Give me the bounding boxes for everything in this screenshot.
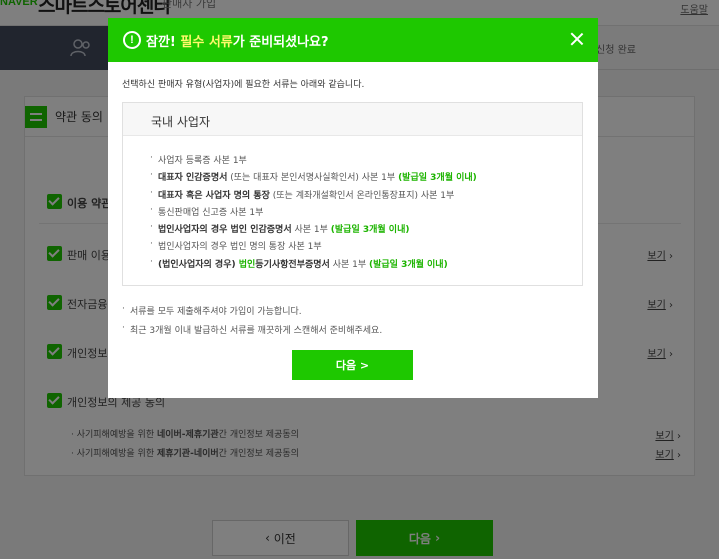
document-item: (법인사업자의 경우) 법인등기사항전부증명서 사본 1부 (발급일 3개월 이… <box>150 257 477 274</box>
modal-intro: 선택하신 판매자 유형(사업자)에 필요한 서류는 아래와 같습니다. <box>122 80 365 90</box>
note-item: 최근 3개월 이내 발급하신 서류를 깨끗하게 스캔해서 준비해주세요. <box>122 323 382 342</box>
document-item: 법인사업자의 경우 법인 명의 통장 사본 1부 <box>150 239 477 256</box>
document-item: 대표자 혹은 사업자 명의 통장 (또는 계좌개설확인서 온라인통장표지) 사본… <box>150 188 477 205</box>
close-icon[interactable] <box>568 30 586 48</box>
document-list: 사업자 등록증 사본 1부대표자 인감증명서 (또는 대표자 본인서명사실확인서… <box>150 153 477 274</box>
document-item: 사업자 등록증 사본 1부 <box>150 153 477 170</box>
document-item: 대표자 인감증명서 (또는 대표자 본인서명사실확인서) 사본 1부 (발급일 … <box>150 170 477 187</box>
document-item: 통신판매업 신고증 사본 1부 <box>150 205 477 222</box>
note-item: 서류를 모두 제출해주셔야 가입이 가능합니다. <box>122 304 382 323</box>
document-box-header: 국내 사업자 <box>123 103 582 136</box>
modal-header: ! 잠깐! 필수 서류가 준비되셨나요? <box>108 18 598 62</box>
alert-icon: ! <box>123 31 141 49</box>
modal-notes: 서류를 모두 제출해주셔야 가입이 가능합니다. 최근 3개월 이내 발급하신 … <box>122 304 382 342</box>
modal-title: 잠깐! 필수 서류가 준비되셨나요? <box>146 35 329 50</box>
modal-next-button[interactable]: 다음 > <box>292 350 413 380</box>
business-type-title: 국내 사업자 <box>151 115 211 129</box>
required-documents-modal: ! 잠깐! 필수 서류가 준비되셨나요? 선택하신 판매자 유형(사업자)에 필… <box>108 18 598 398</box>
document-box: 국내 사업자 사업자 등록증 사본 1부대표자 인감증명서 (또는 대표자 본인… <box>122 102 583 286</box>
document-item: 법인사업자의 경우 법인 인감증명서 사본 1부 (발급일 3개월 이내) <box>150 222 477 239</box>
